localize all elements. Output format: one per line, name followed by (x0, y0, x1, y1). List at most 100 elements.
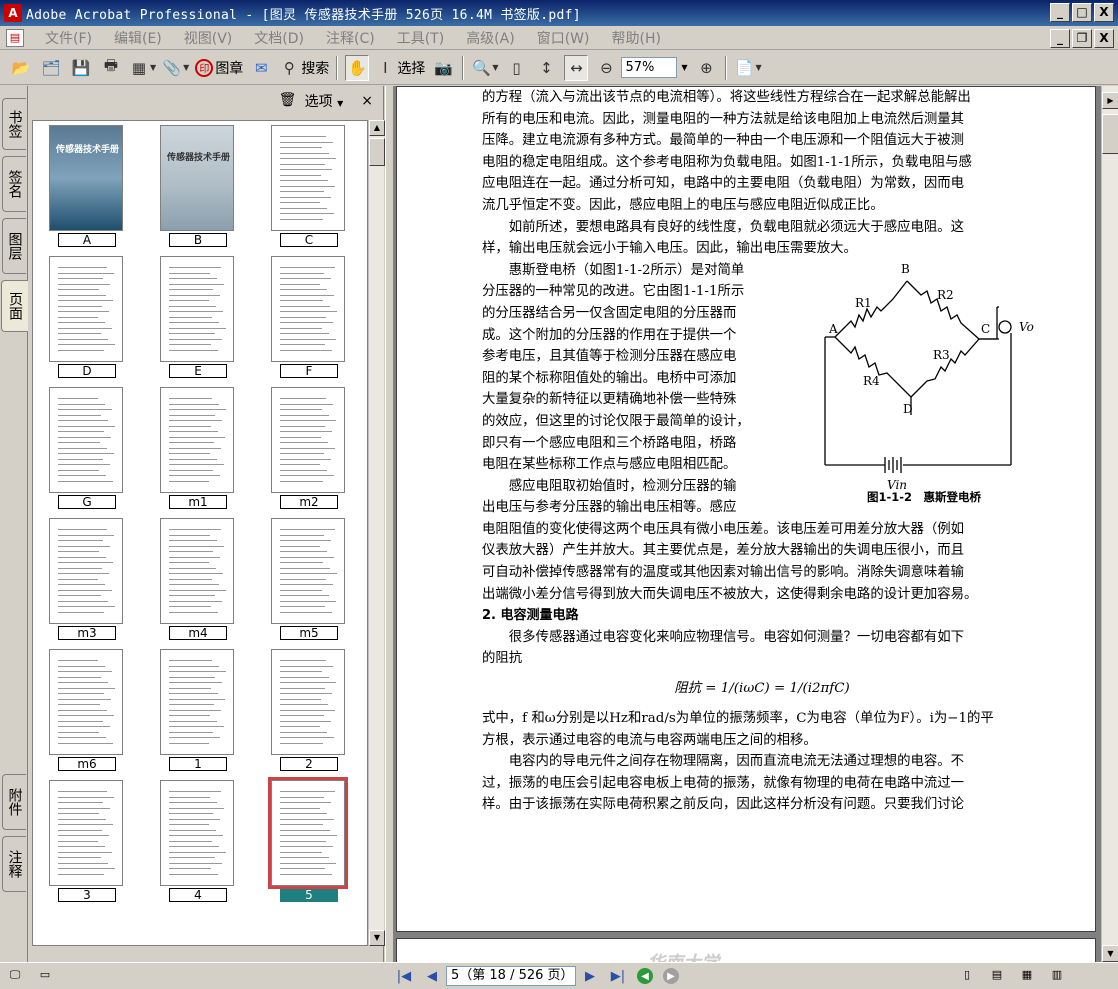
tab-signatures[interactable]: 签名 (2, 156, 26, 212)
fit-width-button[interactable]: ↔ (564, 54, 589, 81)
save-button[interactable]: 💾 (69, 55, 93, 81)
page-thumbnail[interactable]: m6 (49, 649, 125, 771)
stamp-icon: 印 (195, 58, 214, 77)
thumbnail-image (49, 649, 123, 755)
page-thumbnail[interactable]: G (49, 387, 125, 509)
minimize-button[interactable]: _ (1050, 3, 1070, 22)
scroll-down-arrow[interactable]: ▼ (369, 930, 385, 946)
text-line: 流几乎恒定不变。因此，感应电阻上的电压与感应电阻近似成正比。 (482, 197, 884, 213)
pdf-document-icon[interactable]: ▤ (6, 28, 24, 47)
tab-layers[interactable]: 图层 (2, 218, 26, 274)
tab-comments[interactable]: 注释 (2, 836, 26, 892)
page-thumbnail[interactable]: m1 (160, 387, 236, 509)
email-globe-icon: ✉ (255, 58, 268, 77)
facing-icon[interactable]: ▦ (1018, 968, 1036, 984)
export-button[interactable]: 📄 ▼ (734, 55, 762, 81)
tab-pages[interactable]: 页面 (1, 280, 28, 332)
section-heading: 2. 电容测量电路 (482, 608, 579, 624)
panel-splitter[interactable] (385, 86, 393, 962)
select-label: 选择 (397, 60, 426, 77)
fit-width-icon: ↔ (570, 58, 583, 77)
text-line: 感应电阻取初始值时，检测分压器的输 (482, 478, 737, 494)
text-line: 式中，f 和ω分别是以Hz和rad/s为单位的振荡频率，C为电容（单位为F）。i… (482, 711, 994, 727)
trash-icon[interactable]: 🗑 (279, 92, 297, 110)
menu-view[interactable]: 视图(V) (173, 28, 244, 48)
menu-window[interactable]: 窗口(W) (526, 28, 601, 48)
tab-attachments[interactable]: 附件 (2, 774, 26, 830)
menu-comments[interactable]: 注释(C) (315, 28, 386, 48)
continuous-icon[interactable]: ▤ (988, 968, 1006, 984)
continuous-facing-icon[interactable]: ▥ (1048, 968, 1066, 984)
hand-tool-button[interactable]: ✋ (345, 54, 370, 81)
page-thumbnail[interactable]: m2 (271, 387, 347, 509)
toolbar-separator (725, 55, 728, 80)
single-page-icon[interactable]: ▯ (958, 968, 976, 984)
back-view-button[interactable]: ◀ (637, 968, 653, 984)
tab-bookmarks[interactable]: 书签 (2, 98, 26, 150)
menu-tools[interactable]: 工具(T) (386, 28, 455, 48)
printer-icon: 🖶 (103, 56, 119, 74)
open-button[interactable]: 📂 (9, 55, 33, 81)
page-thumbnail[interactable]: m4 (160, 518, 236, 640)
page-thumbnail[interactable]: 1 (160, 649, 236, 771)
page-thumbnail[interactable]: D (49, 256, 125, 378)
page-thumbnail[interactable]: m3 (49, 518, 125, 640)
menu-document[interactable]: 文档(D) (243, 28, 315, 48)
scroll-thumb[interactable] (369, 138, 385, 166)
maximize-button[interactable]: □ (1072, 3, 1092, 22)
page-number-field[interactable]: 5（第 18 / 526 页） (446, 966, 576, 986)
doc-close-button[interactable]: X (1094, 29, 1114, 48)
last-page-button[interactable]: ▶| (607, 966, 629, 986)
pdf-page: 的方程（流入与流出该节点的电流相等）。将这些线性方程综合在一起求解总能解出 所有的… (396, 86, 1096, 932)
previous-page-button[interactable]: ◀ (421, 966, 443, 986)
page-thumbnail[interactable]: C (271, 125, 347, 247)
menu-edit[interactable]: 编辑(E) (103, 28, 173, 48)
menu-file[interactable]: 文件(F) (34, 28, 103, 48)
page-thumbnail[interactable]: E (160, 256, 236, 378)
fit-page-button[interactable]: ↕ (534, 55, 558, 81)
scroll-up-arrow[interactable]: ▲ (369, 120, 385, 136)
close-button[interactable]: X (1094, 3, 1114, 22)
page-thumbnail[interactable]: 3 (49, 780, 125, 902)
panel-close-button[interactable]: × (361, 93, 373, 109)
zoom-input[interactable]: 57% (621, 57, 678, 78)
node-b: B (901, 262, 910, 276)
page-thumbnail[interactable]: m5 (271, 518, 347, 640)
first-page-button[interactable]: |◀ (393, 966, 415, 986)
zoom-tool-button[interactable]: 🔍 ▼ (471, 55, 499, 81)
scroll-arrow-right-icon[interactable]: ▶ (1102, 92, 1118, 109)
zoom-dropdown[interactable]: ▼ (677, 57, 691, 78)
monitor-icon[interactable]: 🖵 (6, 968, 24, 984)
page-thumbnail[interactable]: 4 (160, 780, 236, 902)
page-thumbnail[interactable]: 5 (268, 777, 348, 902)
page-thumbnail[interactable]: F (271, 256, 347, 378)
actual-size-button[interactable]: ▯ (504, 55, 528, 81)
thumbnail-scrollbar[interactable]: ▲ ▼ (368, 120, 385, 946)
page-thumbnail[interactable]: 传感器技术手册 A (49, 125, 125, 247)
print-button[interactable]: 🖶 (99, 55, 123, 81)
create-pdf-button[interactable]: ▦ ▼ (129, 55, 156, 81)
doc-minimize-button[interactable]: _ (1050, 29, 1070, 48)
select-tool-button[interactable]: I 选择 (375, 55, 425, 81)
menu-advanced[interactable]: 高级(A) (455, 28, 526, 48)
scroll-thumb[interactable] (1102, 114, 1118, 154)
attach-button[interactable]: 📎 ▼ (162, 55, 190, 81)
search-button[interactable]: ⚲ 搜索 (279, 55, 330, 81)
page-thumbnail[interactable]: 传感器技术手册 B (160, 125, 236, 247)
email-button[interactable]: ✉ (249, 55, 273, 81)
next-page-button[interactable]: ▶ (579, 966, 601, 986)
scroll-down-arrow[interactable]: ▼ (1102, 945, 1118, 962)
options-menu[interactable]: 选项 ▼ (305, 91, 344, 111)
forward-view-button[interactable]: ▶ (663, 968, 679, 984)
snapshot-button[interactable]: 📷 (431, 55, 455, 81)
stamp-button[interactable]: 印图章 (195, 55, 243, 81)
document-scrollbar[interactable]: ▶ ▼ (1101, 86, 1118, 962)
zoom-out-button[interactable]: ⊖ (594, 55, 618, 81)
page-thumbnail[interactable]: 2 (271, 649, 347, 771)
zoom-in-button[interactable]: ⊕ (694, 55, 718, 81)
page-layout-icon[interactable]: ▭ (36, 968, 54, 984)
thumbnail-image (271, 125, 345, 231)
doc-restore-button[interactable]: ❐ (1072, 29, 1092, 48)
organizer-button[interactable]: 🗂 (39, 55, 63, 81)
menu-help[interactable]: 帮助(H) (600, 28, 671, 48)
